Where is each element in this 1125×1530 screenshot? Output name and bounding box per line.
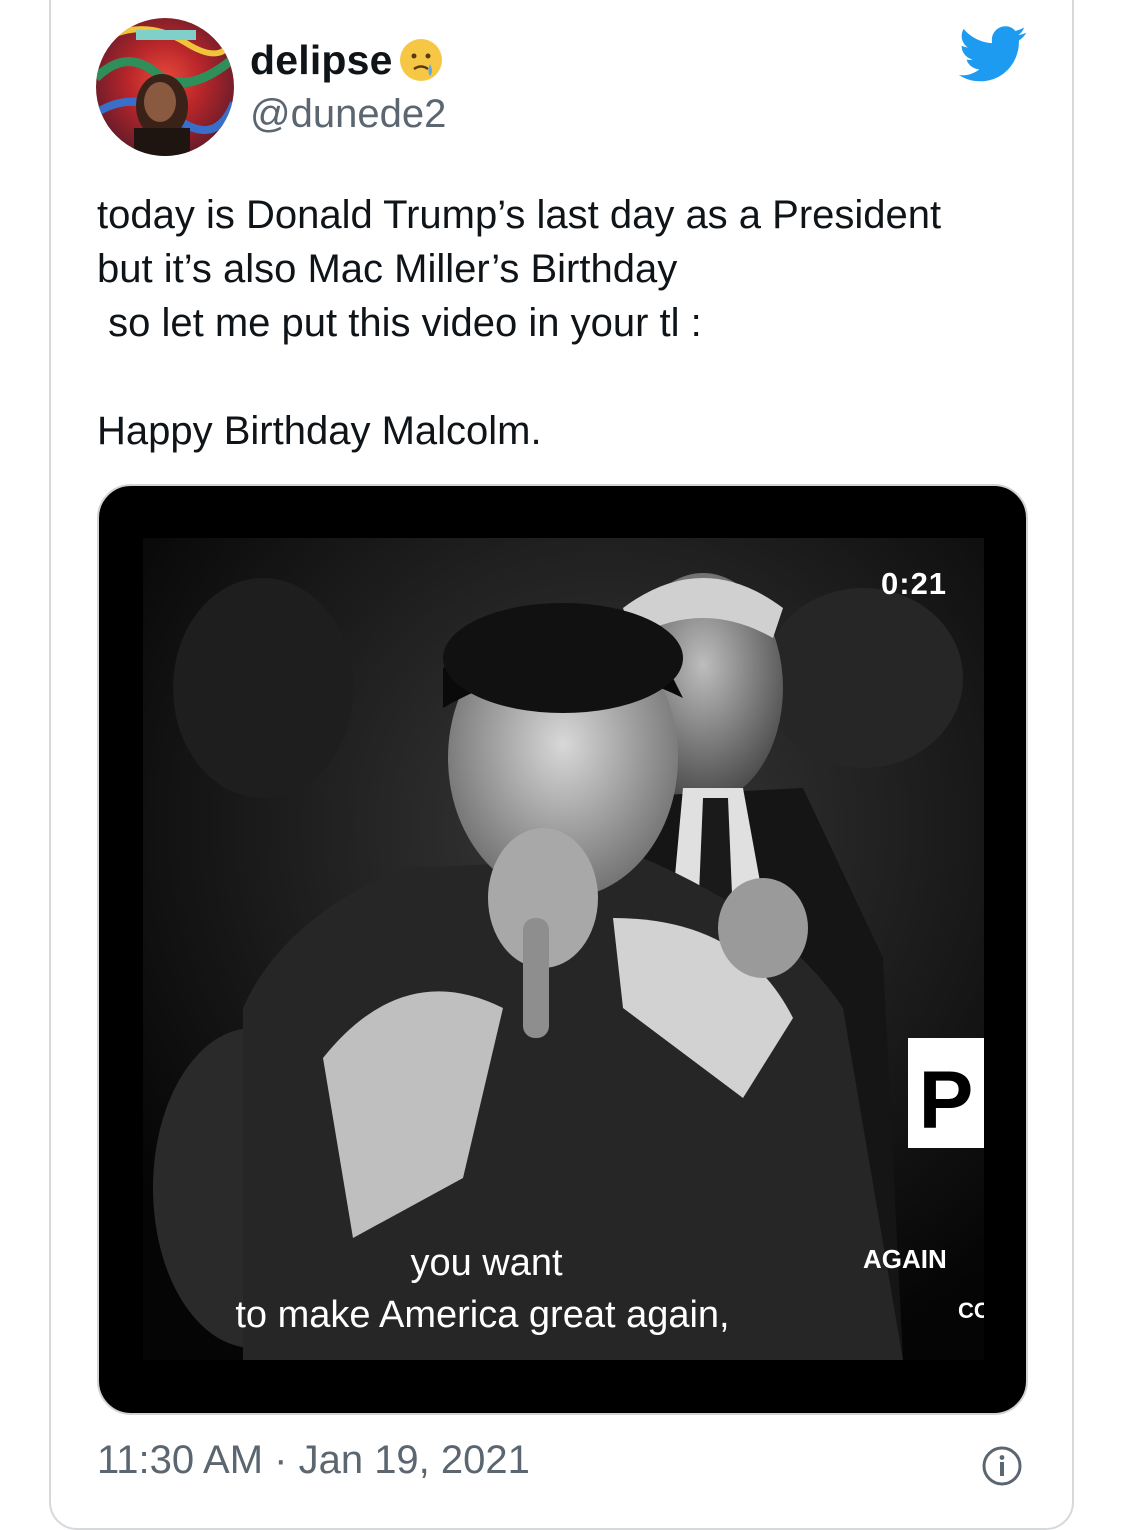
info-icon[interactable] — [981, 1445, 1023, 1487]
crying-face-emoji-icon — [397, 36, 445, 84]
tweet-text: today is Donald Trump’s last day as a Pr… — [97, 193, 942, 453]
video-still: P AGAIN CC — [143, 538, 984, 1360]
display-name-text: delipse — [250, 36, 393, 83]
video-caption-line1: you want — [410, 1242, 563, 1284]
tweet-timestamp[interactable]: 11:30 AM · Jan 19, 2021 — [97, 1438, 530, 1483]
sign-text-cc: CC — [958, 1298, 984, 1323]
twitter-bird-icon[interactable] — [958, 26, 1028, 83]
display-name[interactable]: delipse — [250, 36, 445, 84]
user-handle[interactable]: @dunede2 — [250, 92, 446, 137]
sign-letter: P — [919, 1055, 974, 1146]
avatar[interactable] — [96, 18, 234, 156]
video-player[interactable]: P AGAIN CC 0:21 you want to make America… — [97, 484, 1028, 1415]
video-duration: 0:21 — [881, 566, 948, 601]
video-caption-line2: to make America great again, — [235, 1294, 730, 1336]
